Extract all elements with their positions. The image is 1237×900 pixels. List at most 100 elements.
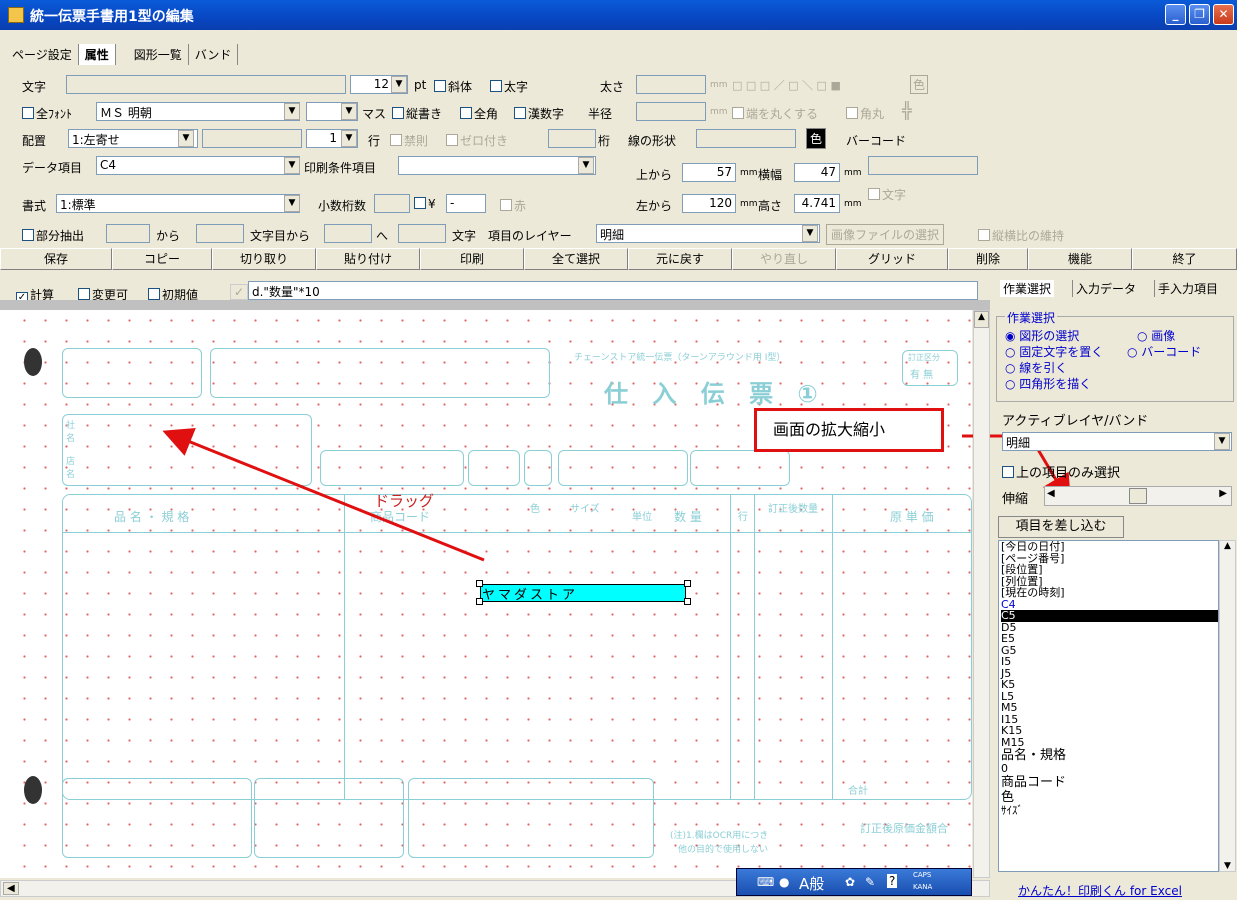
list-item[interactable]: M15: [1001, 736, 1218, 749]
zoom-right-icon[interactable]: ▶: [1219, 488, 1227, 499]
resize-handle-tr[interactable]: [684, 580, 691, 587]
data-item-select[interactable]: C4: [96, 156, 300, 175]
design-canvas[interactable]: チェーンストア統一伝票（ターンアラウンド用 I型） 仕 入 伝 票 ① 訂正区分…: [14, 310, 972, 878]
help-icon[interactable]: ?: [887, 874, 898, 888]
zero-checkbox[interactable]: [446, 134, 458, 146]
list-item[interactable]: 品名・規格: [1001, 748, 1218, 763]
close-button[interactable]: ✕: [1213, 4, 1234, 25]
select-all-button[interactable]: 全て選択: [524, 248, 628, 270]
grid-button[interactable]: グリッド: [836, 248, 948, 270]
delete-button[interactable]: 削除: [948, 248, 1028, 270]
item-listbox[interactable]: [今日の日付] [ページ番号] [段位置] [列位置] [現在の時刻] C4 C…: [998, 540, 1219, 872]
round-end-checkbox[interactable]: [732, 107, 744, 119]
ime-toolbar[interactable]: ⌨ ● A般 ✿ ✎ ? CAPS KANA: [736, 868, 972, 896]
font-name-dropdown[interactable]: ▼: [284, 103, 300, 120]
kanji-num-checkbox[interactable]: [514, 107, 526, 119]
confirm-check-button[interactable]: ✓: [230, 284, 249, 300]
list-item[interactable]: K5: [1001, 679, 1218, 691]
active-layer-select[interactable]: 明細: [1002, 432, 1232, 451]
list-scroll-up[interactable]: ▲: [1220, 541, 1235, 551]
resize-handle-tl[interactable]: [476, 580, 483, 587]
radio-draw-line[interactable]: ○: [1005, 361, 1019, 375]
tab-input-data[interactable]: 入力データ: [1072, 280, 1139, 297]
zoom-left-icon[interactable]: ◀: [1047, 488, 1055, 499]
bold-checkbox[interactable]: [490, 80, 502, 92]
layer-dropdown[interactable]: ▼: [802, 225, 818, 242]
canvas-vscroll[interactable]: ▲: [973, 310, 990, 878]
yen-checkbox[interactable]: [414, 197, 426, 209]
list-item[interactable]: L5: [1001, 690, 1218, 703]
ime-icon[interactable]: ●: [779, 875, 789, 889]
upper-only-checkbox[interactable]: [1002, 466, 1014, 478]
paste-button[interactable]: 貼り付け: [316, 248, 420, 270]
ime-mode[interactable]: A般: [799, 873, 824, 894]
text-checkbox[interactable]: [868, 188, 880, 200]
barcode-select[interactable]: [868, 156, 978, 175]
list-item[interactable]: I15: [1001, 713, 1218, 726]
list-item[interactable]: [段位置]: [1001, 564, 1218, 576]
partial-len-select[interactable]: [398, 224, 446, 243]
height-input[interactable]: 4.741: [794, 194, 840, 213]
kinsoku-checkbox[interactable]: [390, 134, 402, 146]
copy-button[interactable]: コピー: [112, 248, 212, 270]
format-select[interactable]: 1:標準: [56, 194, 300, 213]
list-item[interactable]: K15: [1001, 725, 1218, 737]
radio-barcode[interactable]: ○: [1127, 345, 1141, 359]
undo-button[interactable]: 元に戻す: [628, 248, 732, 270]
partial-from-select[interactable]: [106, 224, 150, 243]
ime-tool-icon[interactable]: ✎: [865, 875, 875, 889]
width-input[interactable]: 47: [794, 163, 840, 182]
keep-ratio-checkbox[interactable]: [978, 229, 990, 241]
keyboard-icon[interactable]: ⌨: [757, 875, 774, 889]
partial-end-select[interactable]: [324, 224, 372, 243]
resize-handle-bl[interactable]: [476, 598, 483, 605]
list-item[interactable]: G5: [1001, 644, 1218, 657]
resize-handle-br[interactable]: [684, 598, 691, 605]
tab-attributes[interactable]: 属性: [78, 44, 116, 65]
active-layer-dropdown[interactable]: ▼: [1214, 433, 1230, 450]
print-cond-select[interactable]: [398, 156, 596, 175]
scroll-left-button[interactable]: ◀: [3, 882, 19, 895]
cut-button[interactable]: 切り取り: [212, 248, 316, 270]
list-vscroll[interactable]: ▲ ▼: [1219, 540, 1236, 872]
exit-button[interactable]: 終了: [1132, 248, 1237, 270]
partial-start-select[interactable]: [196, 224, 244, 243]
format-dropdown[interactable]: ▼: [284, 195, 300, 212]
list-item[interactable]: 商品コード: [1001, 775, 1218, 790]
from-top-input[interactable]: 57: [682, 163, 736, 182]
line-count-dropdown[interactable]: ▼: [341, 130, 357, 147]
color-button-1[interactable]: 色: [910, 75, 929, 94]
tab-manual-items[interactable]: 手入力項目: [1154, 280, 1221, 297]
align-dropdown[interactable]: ▼: [178, 130, 194, 147]
insert-item-button[interactable]: 項目を差し込む: [998, 516, 1124, 538]
list-scroll-down[interactable]: ▼: [1220, 861, 1235, 871]
list-item[interactable]: [今日の日付]: [1001, 541, 1218, 553]
list-item[interactable]: I5: [1001, 656, 1218, 668]
layer-select[interactable]: 明細: [596, 224, 820, 243]
line-style-buttons[interactable]: □ □ □ ／ □ ＼ □ ■: [732, 77, 841, 93]
zoom-thumb[interactable]: [1129, 488, 1147, 504]
font-name-select[interactable]: ＭＳ 明朝: [96, 102, 300, 121]
list-item[interactable]: D5: [1001, 621, 1218, 634]
image-file-button[interactable]: 画像ファイルの選択: [826, 224, 945, 245]
redo-button[interactable]: やり直し: [732, 248, 836, 270]
print-button[interactable]: 印刷: [420, 248, 524, 270]
italic-checkbox[interactable]: [434, 80, 446, 92]
moji-input[interactable]: [66, 75, 346, 94]
masu-dropdown[interactable]: ▼: [341, 103, 357, 120]
digit-select[interactable]: [548, 129, 596, 148]
print-cond-dropdown[interactable]: ▼: [578, 157, 594, 174]
radio-shape-select[interactable]: ◉: [1005, 329, 1019, 343]
from-left-input[interactable]: 120: [682, 194, 736, 213]
font-size-dropdown[interactable]: ▼: [391, 76, 407, 93]
tab-work-select[interactable]: 作業選択: [1000, 280, 1055, 297]
radius-input[interactable]: [636, 102, 706, 121]
changeable-checkbox[interactable]: [78, 288, 90, 300]
dash-select[interactable]: -: [446, 194, 486, 213]
round-corner-checkbox[interactable]: [846, 107, 858, 119]
color-button-2[interactable]: 色: [806, 128, 827, 149]
list-item-selected[interactable]: C5: [1001, 610, 1218, 622]
list-item[interactable]: E5: [1001, 633, 1218, 645]
ime-pad-icon[interactable]: ✿: [845, 875, 855, 889]
line-shape-select[interactable]: [696, 129, 796, 148]
